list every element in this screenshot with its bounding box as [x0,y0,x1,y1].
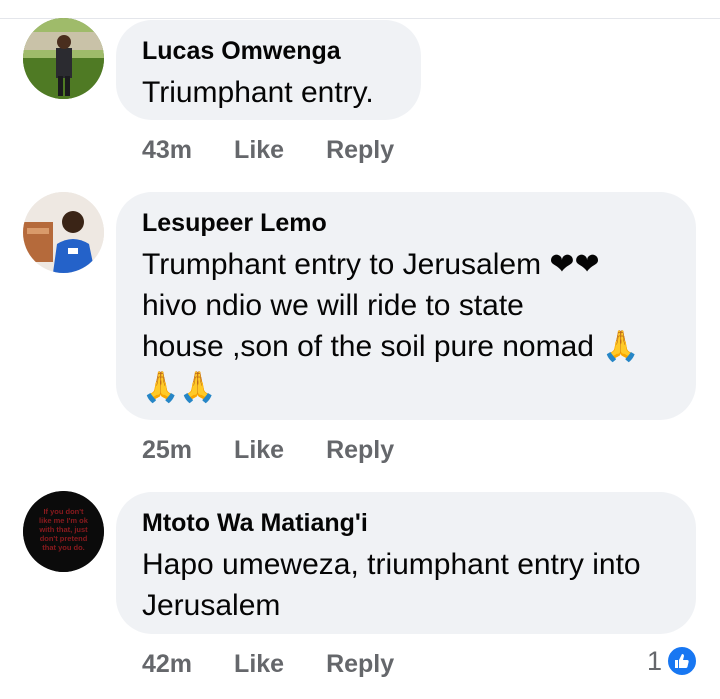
reply-button[interactable]: Reply [326,136,394,165]
comment-line: Hapo umeweza, triumphant entry into [142,548,641,581]
comment-text: Triumphant entry. [142,72,395,113]
like-button[interactable]: Like [234,136,284,165]
comment-time[interactable]: 43m [142,136,192,165]
reaction-summary[interactable]: 1 [647,645,698,677]
reply-button[interactable]: Reply [326,650,394,679]
avatar[interactable] [23,192,104,273]
avatar-text-line: with that, just [38,525,88,534]
comment-author[interactable]: Mtoto Wa Matiang'i [142,508,670,538]
comment-line: 🙏🙏 [142,371,217,404]
comment-bubble: Lesupeer Lemo Trumphant entry to Jerusal… [116,192,696,420]
like-button[interactable]: Like [234,436,284,465]
avatar[interactable] [23,18,104,99]
comment-bubble: Lucas Omwenga Triumphant entry. [116,20,421,120]
comment-author[interactable]: Lucas Omwenga [142,36,395,66]
comment-time[interactable]: 25m [142,436,192,465]
reaction-count: 1 [646,645,662,676]
avatar[interactable]: If you don't like me I'm ok with that, j… [23,491,104,572]
avatar-text-line: like me I'm ok [39,516,89,525]
like-button[interactable]: Like [234,650,284,679]
avatar-text-line: If you don't [43,507,84,516]
like-icon [666,645,698,677]
comment-line: Jerusalem [142,589,281,622]
comment-actions: 42m Like Reply [142,650,394,679]
comment-line: Triumphant entry. [142,76,374,109]
comment-text: Trumphant entry to Jerusalem ❤❤ hivo ndi… [142,244,670,408]
comment-line: hivo ndio we will ride to state [142,289,524,322]
comment-text: Hapo umeweza, triumphant entry into Jeru… [142,544,670,626]
comment-line: Trumphant entry to Jerusalem ❤❤ [142,248,600,281]
avatar-text-line: don't pretend [40,534,88,543]
top-divider [0,18,720,19]
avatar-text-line: that you do. [42,543,85,552]
reply-button[interactable]: Reply [326,436,394,465]
comment-author[interactable]: Lesupeer Lemo [142,208,670,238]
comment-line: house ,son of the soil pure nomad 🙏 [142,330,640,363]
comment-actions: 43m Like Reply [142,136,394,165]
comment-bubble: Mtoto Wa Matiang'i Hapo umeweza, triumph… [116,492,696,634]
comment-time[interactable]: 42m [142,650,192,679]
comment-actions: 25m Like Reply [142,436,394,465]
